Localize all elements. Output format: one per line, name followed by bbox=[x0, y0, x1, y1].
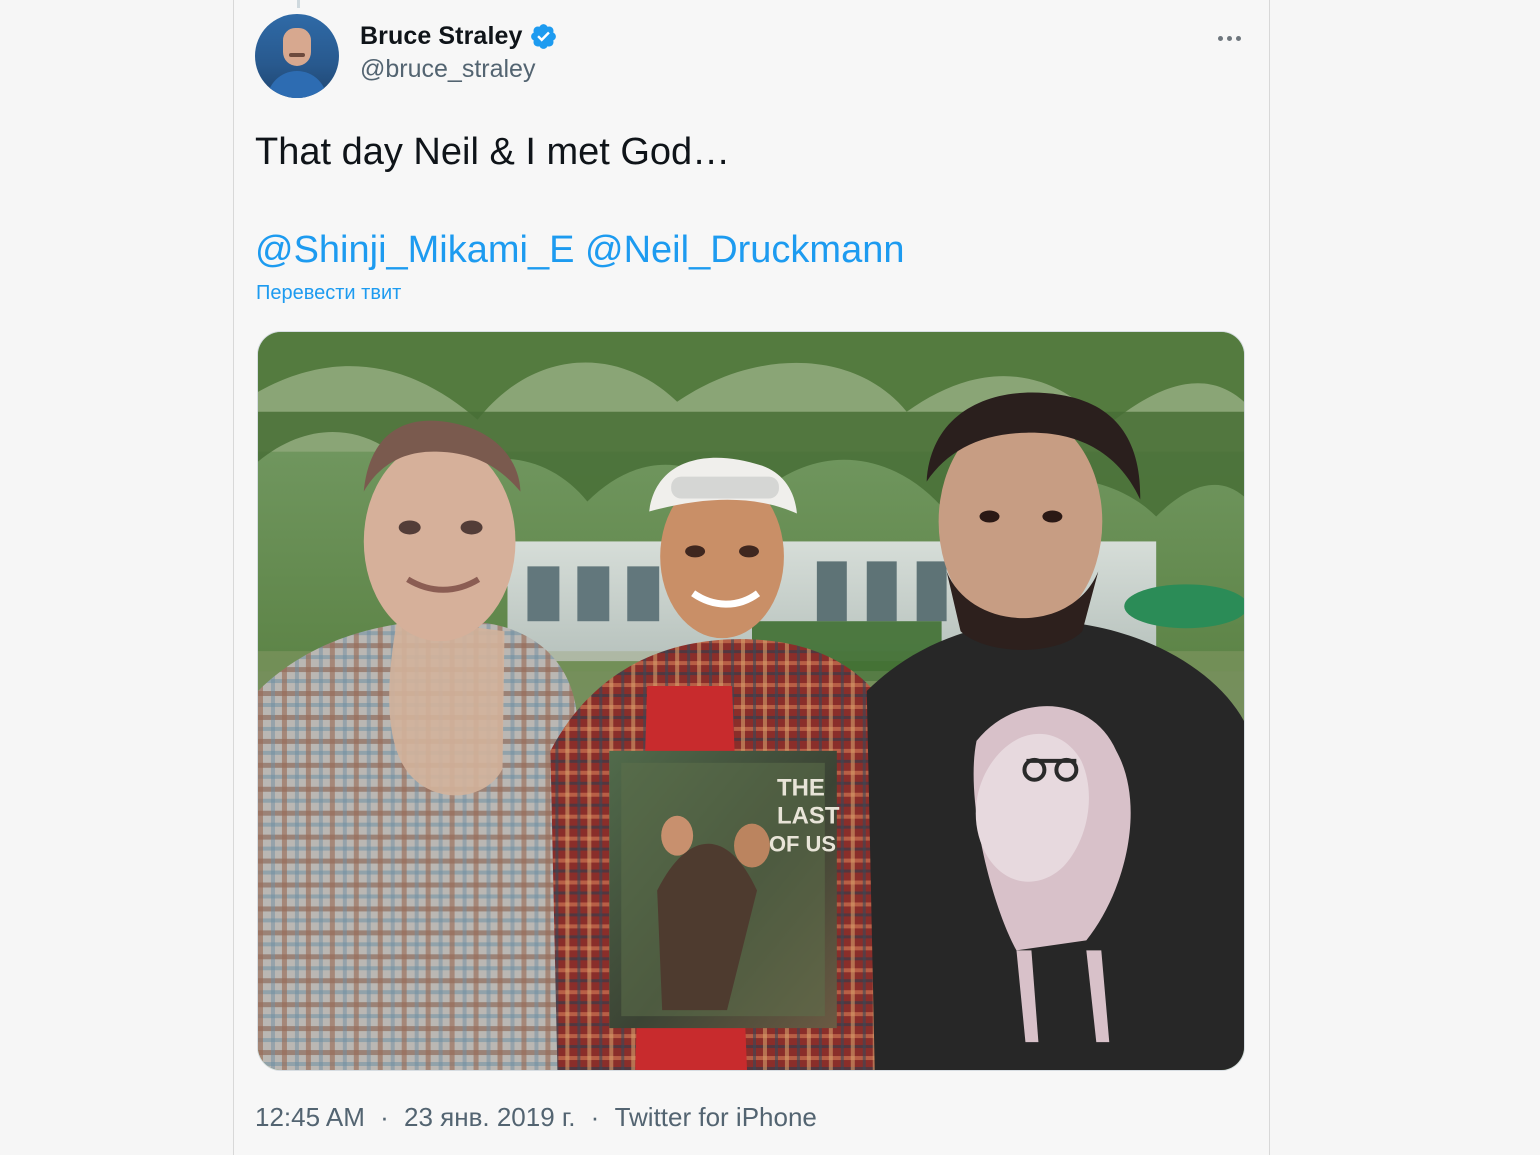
user-info: Bruce Straley @bruce_straley bbox=[360, 18, 558, 84]
tweet-source[interactable]: Twitter for iPhone bbox=[615, 1102, 817, 1132]
more-dot bbox=[1226, 35, 1232, 41]
meta-separator: · bbox=[590, 1102, 600, 1132]
avatar-face-shape bbox=[283, 28, 311, 66]
more-dot bbox=[1235, 35, 1241, 41]
book-title-line-3: OF US bbox=[769, 832, 836, 857]
user-handle[interactable]: @bruce_straley bbox=[360, 55, 558, 84]
verified-icon bbox=[530, 23, 556, 49]
translate-link[interactable]: Перевести твит bbox=[256, 282, 401, 305]
tweet-photo[interactable]: THE LAST OF US bbox=[257, 331, 1245, 1071]
mention-neil-druckmann[interactable]: @Neil_Druckmann bbox=[585, 229, 904, 271]
tweet-text: That day Neil & I met God… bbox=[255, 131, 731, 173]
tweet-container: Bruce Straley @bruce_straley That day Ne… bbox=[233, 0, 1270, 1155]
thread-line bbox=[297, 0, 300, 8]
more-dot bbox=[1217, 35, 1223, 41]
display-name-row: Bruce Straley bbox=[360, 18, 558, 54]
tweet-mentions: @Shinji_Mikami_E @Neil_Druckmann bbox=[255, 226, 905, 274]
tweet-date[interactable]: 23 янв. 2019 г. bbox=[404, 1102, 575, 1132]
more-button[interactable] bbox=[1211, 20, 1247, 56]
avatar-body-shape bbox=[267, 71, 327, 98]
more-icon bbox=[1217, 35, 1241, 41]
meta-separator: · bbox=[380, 1102, 389, 1132]
tweet-meta: 12:45 AM · 23 янв. 2019 г. · Twitter for… bbox=[255, 1102, 817, 1133]
display-name[interactable]: Bruce Straley bbox=[360, 22, 523, 51]
avatar[interactable] bbox=[255, 14, 339, 98]
avatar-mustache-shape bbox=[289, 53, 305, 57]
photo-illustration: THE LAST OF US bbox=[258, 332, 1244, 1070]
tweet-time[interactable]: 12:45 AM bbox=[255, 1102, 365, 1132]
mention-shinji-mikami[interactable]: @Shinji_Mikami_E bbox=[255, 229, 574, 271]
book-title-line-2: LAST bbox=[777, 803, 840, 830]
book-title-line-1: THE bbox=[777, 775, 825, 802]
